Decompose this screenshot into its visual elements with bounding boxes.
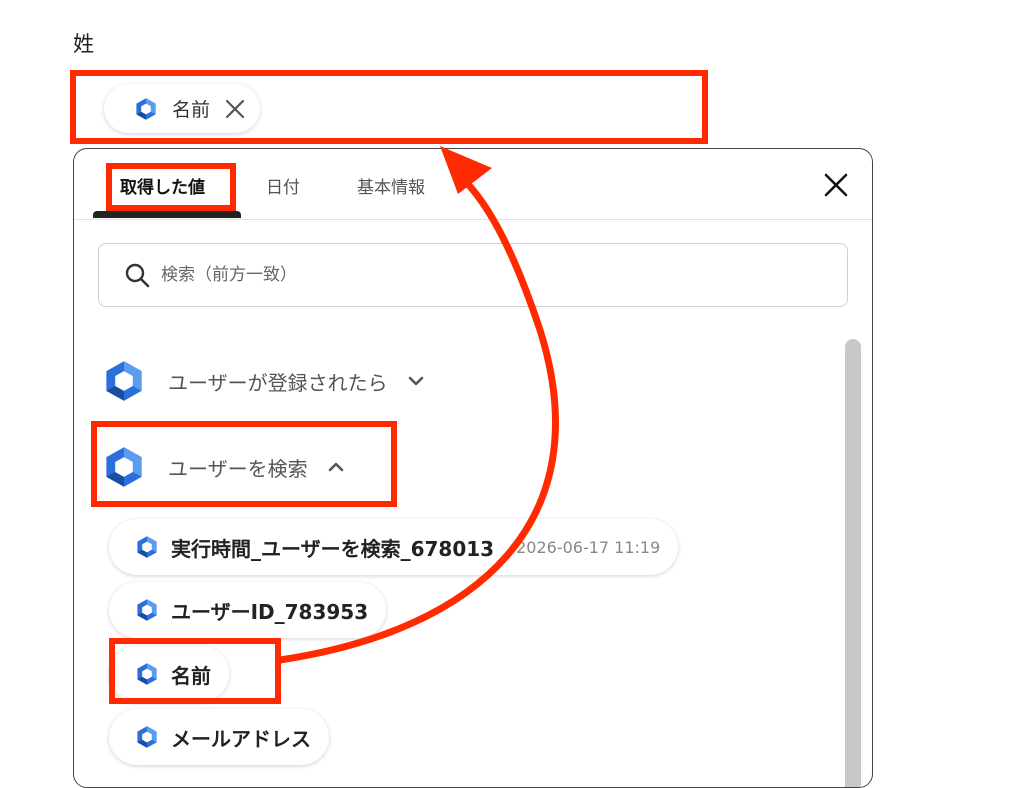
active-tab-indicator: [93, 211, 241, 218]
item-value: 2026-06-17 11:19: [516, 537, 661, 557]
item-highlight-box: [109, 638, 281, 704]
item-label: ユーザーID_783953: [171, 599, 369, 624]
field-highlight-box: [70, 70, 708, 144]
app-hex-icon: [135, 598, 159, 622]
field-label: 姓: [73, 32, 94, 56]
search-input[interactable]: [159, 264, 763, 286]
value-item-user-id[interactable]: ユーザーID_783953: [109, 582, 387, 638]
tab-date[interactable]: 日付: [266, 173, 300, 198]
group-user-registered[interactable]: ユーザーが登録されたら: [102, 359, 426, 403]
tab-bar: 取得した値 日付 基本情報: [74, 149, 872, 220]
search-icon: [125, 263, 150, 288]
app-hex-icon: [135, 725, 159, 749]
item-label: 実行時間_ユーザーを検索_678013: [171, 536, 495, 561]
scrollbar[interactable]: [845, 339, 861, 787]
app-hex-icon: [135, 535, 159, 559]
tab-basic-info[interactable]: 基本情報: [357, 173, 425, 198]
value-item-execution-time[interactable]: 実行時間_ユーザーを検索_678013 2026-06-17 11:19: [109, 519, 679, 575]
value-picker-panel: 取得した値 日付 基本情報 ユーザーが登録されたら ユーザーを検索 実行時間_ユ: [73, 148, 873, 788]
close-icon[interactable]: [820, 169, 852, 201]
chevron-down-icon: [408, 376, 423, 386]
value-item-email[interactable]: メールアドレス: [109, 709, 329, 765]
tab-highlight-box: [106, 163, 236, 211]
search-field[interactable]: [98, 243, 848, 307]
group-label: ユーザーが登録されたら: [168, 370, 388, 395]
group-highlight-box: [91, 421, 397, 507]
app-hex-icon: [102, 359, 146, 403]
item-label: メールアドレス: [171, 726, 311, 751]
